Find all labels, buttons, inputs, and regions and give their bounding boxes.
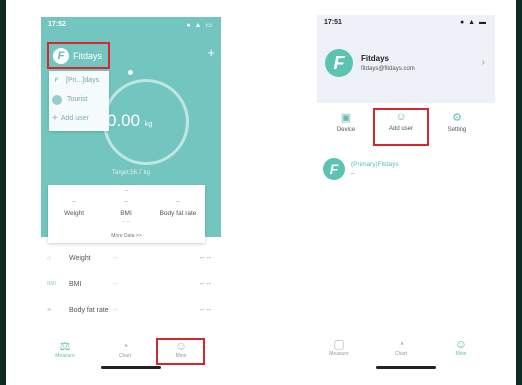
avatar-icon bbox=[52, 94, 62, 105]
metric-row-weight[interactable]: ⌂ Weight -- -- -- bbox=[47, 249, 217, 267]
weight-number: 0.00 bbox=[107, 111, 141, 130]
dropdown-label: Tourist bbox=[67, 96, 88, 103]
metric-status: -- -- bbox=[199, 306, 211, 314]
summary-card: -- -- -- -- Weight BMI Body fat rate -- … bbox=[48, 185, 205, 243]
tab-bar: ▢ Measure ◔ Chart ☺ Mine bbox=[317, 335, 495, 371]
chevron-right-icon[interactable]: › bbox=[482, 57, 485, 68]
profile-email: fitdays@fitdays.com bbox=[361, 66, 415, 72]
tab-label: Mine bbox=[455, 351, 467, 357]
status-time: 17:51 bbox=[324, 19, 342, 26]
gear-icon: ⚙ bbox=[452, 112, 462, 124]
target-weight: Target:56.7 kg bbox=[111, 170, 151, 176]
status-bar: 17:51 ● ▲ ▬ bbox=[317, 15, 495, 31]
highlight-mine-tab bbox=[156, 338, 205, 365]
chart-icon: ◔ bbox=[121, 339, 129, 353]
more-data-link[interactable]: More Data >> bbox=[48, 233, 205, 239]
member-sub: -- bbox=[351, 171, 355, 177]
tab-label: Measure bbox=[329, 351, 349, 357]
dropdown-item-primary[interactable]: F [Pri...]days bbox=[49, 71, 109, 90]
chart-icon: ◔ bbox=[397, 337, 405, 351]
home-indicator bbox=[376, 366, 436, 369]
status-icons: ● ▲ ▭ bbox=[186, 22, 213, 29]
home-indicator bbox=[101, 366, 161, 369]
member-name: (Primary)Fitdays bbox=[351, 161, 399, 168]
tab-measure[interactable]: ⚖ Measure bbox=[43, 339, 87, 359]
scale-icon: ⌂ bbox=[47, 254, 52, 262]
metric-value: -- bbox=[113, 306, 118, 314]
card-label-bodyfat: Body fat rate bbox=[159, 210, 197, 217]
tab-chart[interactable]: ◔ Chart bbox=[379, 337, 423, 357]
tab-mine[interactable]: ☺ Mine bbox=[439, 337, 483, 357]
card-value-weight: -- bbox=[72, 199, 76, 205]
status-time: 17:52 bbox=[48, 21, 66, 28]
dropdown-item-tourist[interactable]: Tourist bbox=[49, 90, 109, 109]
weight-value: 0.00 kg bbox=[107, 111, 152, 131]
plus-icon: + bbox=[52, 113, 58, 124]
metric-status: -- -- bbox=[199, 254, 211, 262]
card-label-weight: Weight bbox=[63, 210, 85, 217]
card-value-bodyfat: -- bbox=[176, 199, 180, 205]
fitdays-logo-icon: F bbox=[53, 47, 69, 64]
measure-icon: ▢ bbox=[333, 337, 345, 351]
menu-label: Setting bbox=[447, 127, 467, 133]
member-list-item[interactable]: F (Primary)Fitdays -- bbox=[323, 158, 399, 180]
metric-label: BMI bbox=[69, 280, 82, 288]
menu-label: Device bbox=[336, 127, 356, 133]
phone-home-screen: 17:52 ● ▲ ▭ F Fitdays + 0.00 kg Target:5… bbox=[41, 17, 221, 371]
tab-measure[interactable]: ▢ Measure bbox=[317, 337, 361, 357]
user-icon: ☺ bbox=[454, 337, 468, 351]
metric-value: -- bbox=[113, 280, 118, 288]
card-sub-value: -- -- bbox=[121, 219, 131, 225]
member-text: (Primary)Fitdays -- bbox=[351, 161, 399, 177]
tab-chart[interactable]: ◔ Chart bbox=[103, 339, 147, 359]
screenshot-canvas: 17:52 ● ▲ ▭ F Fitdays + 0.00 kg Target:5… bbox=[6, 0, 516, 385]
weight-unit: kg bbox=[144, 121, 153, 128]
metric-value: -- bbox=[113, 254, 118, 262]
status-bar: 17:52 ● ▲ ▭ bbox=[41, 17, 221, 33]
profile-name: Fitdays bbox=[361, 54, 390, 63]
user-switch-button[interactable]: F Fitdays bbox=[47, 42, 110, 69]
dropdown-label: Add user bbox=[60, 115, 89, 122]
menu-device[interactable]: ▣ Device bbox=[321, 111, 371, 133]
dropdown-item-add-user[interactable]: + Add user bbox=[49, 109, 109, 128]
user-dropdown: F [Pri...]days Tourist + Add user bbox=[49, 71, 109, 131]
fitdays-logo-icon: F bbox=[323, 158, 345, 180]
card-value-bmi: -- bbox=[124, 199, 128, 205]
menu-setting[interactable]: ⚙ Setting bbox=[432, 111, 482, 133]
gauge-indicator bbox=[128, 70, 133, 75]
add-icon[interactable]: + bbox=[207, 45, 215, 60]
brand-name: Fitdays bbox=[73, 50, 103, 61]
profile-card[interactable]: F Fitdays fitdays@fitdays.com bbox=[325, 49, 415, 77]
tab-label: Chart bbox=[118, 353, 132, 359]
phone-mine-screen: 17:51 ● ▲ ▬ F Fitdays fitdays@fitdays.co… bbox=[317, 15, 495, 371]
tab-bar: ⚖ Measure ◔ Chart ☺ Mine bbox=[41, 337, 221, 371]
metric-label: Body fat rate bbox=[69, 306, 109, 314]
card-label-bmi: BMI bbox=[120, 210, 132, 217]
highlight-add-user bbox=[373, 108, 429, 146]
fitdays-logo-icon: F bbox=[325, 49, 353, 77]
status-icons: ● ▲ ▬ bbox=[459, 19, 487, 26]
bodyfat-icon: ≡ bbox=[47, 306, 52, 314]
device-icon: ▣ bbox=[340, 112, 352, 124]
metric-row-bmi[interactable]: BMI BMI -- -- -- bbox=[47, 275, 217, 293]
card-top-value: -- bbox=[124, 188, 129, 194]
profile-header: 17:51 ● ▲ ▬ F Fitdays fitdays@fitdays.co… bbox=[317, 15, 495, 103]
bmi-icon: BMI bbox=[47, 281, 56, 287]
measure-icon: ⚖ bbox=[59, 339, 71, 353]
profile-text: Fitdays fitdays@fitdays.com bbox=[361, 54, 415, 72]
fitdays-logo-icon: F bbox=[52, 76, 61, 85]
metric-label: Weight bbox=[69, 254, 91, 262]
metric-status: -- -- bbox=[199, 280, 211, 288]
tab-label: Measure bbox=[55, 353, 75, 359]
metric-row-bodyfat[interactable]: ≡ Body fat rate -- -- -- bbox=[47, 301, 217, 319]
tab-label: Chart bbox=[394, 351, 408, 357]
dropdown-label: [Pri...]days bbox=[66, 77, 100, 84]
